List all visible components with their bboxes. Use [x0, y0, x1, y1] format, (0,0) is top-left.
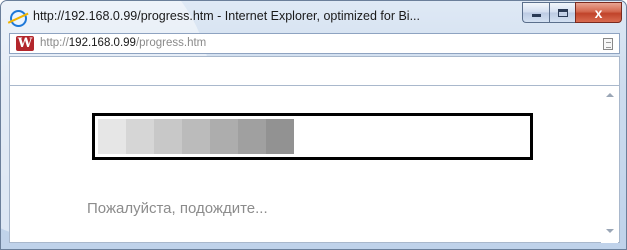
site-favicon-icon: W — [16, 36, 34, 51]
window-controls: x — [522, 2, 622, 23]
browser-popup-window: http://192.168.0.99/progress.htm - Inter… — [0, 0, 627, 250]
page-content-top — [9, 56, 620, 86]
progress-segment — [98, 119, 126, 154]
close-button[interactable]: x — [575, 2, 622, 23]
url-protocol: http:// — [40, 37, 69, 49]
page-content — [9, 85, 620, 243]
progress-segment — [266, 119, 294, 154]
compatibility-view-icon[interactable] — [603, 38, 613, 50]
status-message: Пожалуйста, подождите... — [87, 200, 268, 217]
scroll-down-icon[interactable] — [606, 229, 614, 233]
internet-explorer-icon — [10, 10, 27, 27]
progress-segment — [182, 119, 210, 154]
window-title: http://192.168.0.99/progress.htm - Inter… — [33, 9, 421, 23]
progress-segment — [154, 119, 182, 154]
url-host: 192.168.0.99 — [68, 37, 136, 49]
address-bar[interactable]: W http://192.168.0.99/progress.htm — [9, 33, 620, 54]
maximize-button[interactable] — [549, 2, 575, 23]
progress-segment — [238, 119, 266, 154]
progress-segment — [210, 119, 238, 154]
vertical-scrollbar[interactable] — [601, 87, 618, 243]
url-path: /progress.htm — [135, 37, 207, 49]
address-url[interactable]: http://192.168.0.99/progress.htm — [40, 37, 206, 49]
minimize-icon — [531, 14, 541, 17]
maximize-icon — [557, 8, 568, 17]
progress-bar — [92, 113, 533, 160]
minimize-button[interactable] — [522, 2, 549, 23]
scroll-up-icon[interactable] — [606, 93, 614, 97]
progress-segment — [126, 119, 154, 154]
title-bar[interactable]: http://192.168.0.99/progress.htm - Inter… — [1, 1, 626, 33]
